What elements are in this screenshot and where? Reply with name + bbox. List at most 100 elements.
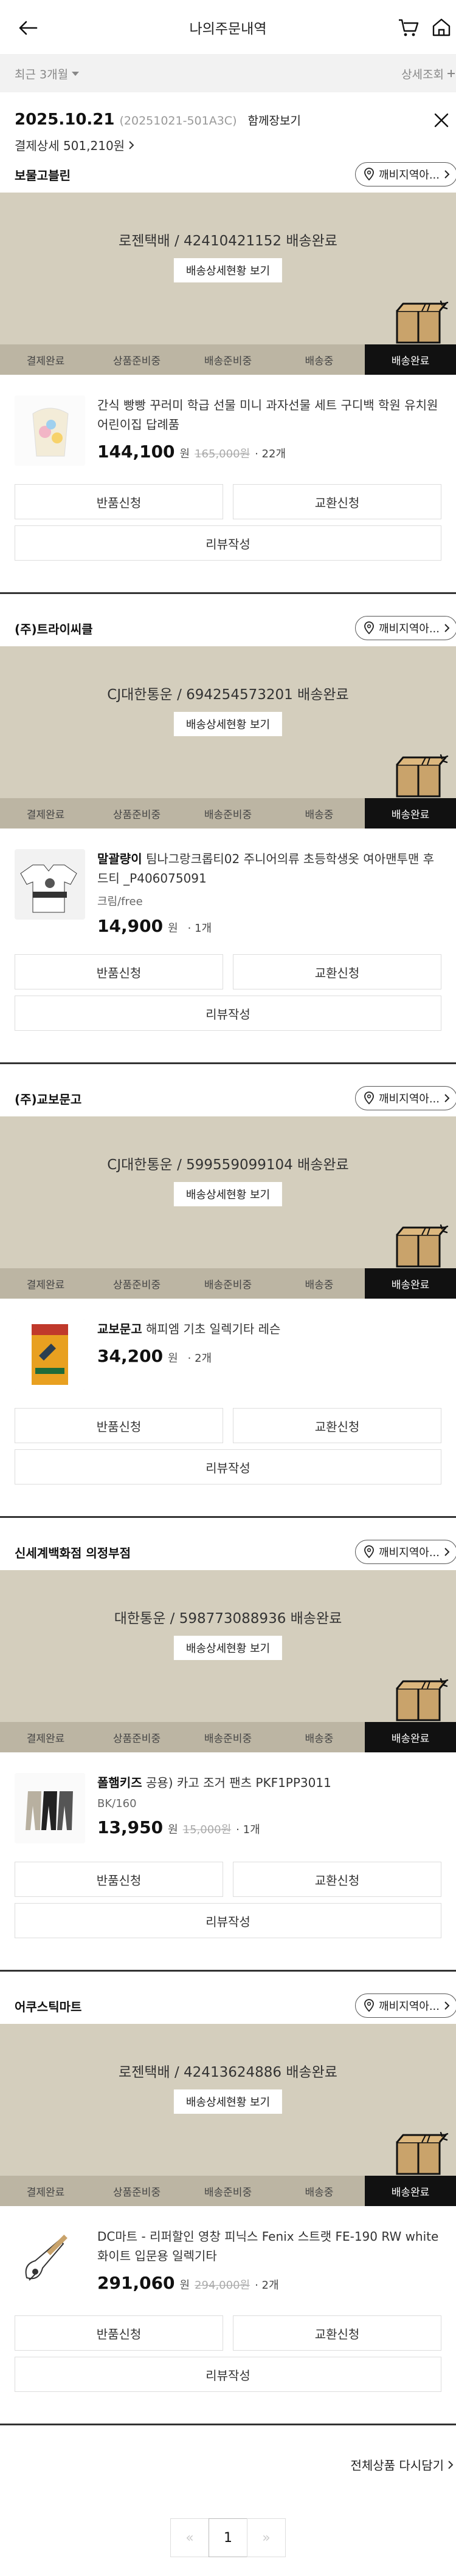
eco-area-button[interactable]: 깨비지역아...	[355, 1086, 456, 1110]
delivery-steps: 결제완료 상품준비중 배송준비중 배송중 배송완료	[0, 2176, 456, 2206]
write-review-button[interactable]: 리뷰작성	[15, 1903, 441, 1938]
product-title: 공용) 카고 조거 팬츠 PKF1PP3011	[142, 1775, 331, 1790]
page-title: 나의주문내역	[189, 21, 267, 37]
seller-section: (주)트라이씨클 깨비지역아... CJ대한통운 / 694254573201 …	[0, 613, 456, 1064]
write-review-button[interactable]: 리뷰작성	[15, 525, 441, 561]
plus-icon	[447, 70, 455, 77]
write-review-button[interactable]: 리뷰작성	[15, 2357, 441, 2392]
back-arrow-icon[interactable]	[15, 15, 41, 41]
product-title: 해피엠 기초 일렉기타 레슨	[142, 1322, 281, 1336]
delivery-step: 상품준비중	[91, 344, 182, 375]
exchange-request-button[interactable]: 교환신청	[233, 1408, 441, 1443]
product-brand: 교보문고	[97, 1322, 142, 1336]
product-thumbnail[interactable]	[15, 1319, 85, 1390]
eco-area-label: 깨비지역아...	[379, 1093, 440, 1105]
next-page-button[interactable]: »	[247, 2518, 286, 2557]
delivery-step: 결제완료	[0, 1722, 91, 1752]
product-price: 144,100	[97, 442, 175, 462]
original-price: 294,000원	[195, 2279, 250, 2292]
payment-detail-link[interactable]: 결제상세 501,210원	[15, 136, 441, 154]
exchange-request-button[interactable]: 교환신청	[233, 1862, 441, 1897]
delivery-step: 배송완료	[365, 344, 456, 375]
delivery-step: 배송중	[274, 1722, 365, 1752]
product-thumbnail[interactable]	[15, 1773, 85, 1843]
chevron-right-icon	[444, 170, 450, 179]
delivery-steps: 결제완료 상품준비중 배송준비중 배송중 배송완료	[0, 798, 456, 828]
period-select[interactable]: 최근 3개월	[15, 66, 80, 82]
product-brand: 말괄량이	[97, 852, 142, 866]
product-item[interactable]: 말괄량이 팀나그랑크롭티02 주니어의류 초등학생옷 여아맨투맨 후드티 _P4…	[0, 828, 456, 936]
delivery-box-icon	[396, 300, 449, 344]
delivery-step: 배송준비중	[182, 1268, 274, 1299]
eco-area-button[interactable]: 깨비지역아...	[355, 1993, 456, 2018]
tracking-info: 대한통운 / 598773088936 배송완료	[114, 1611, 342, 1627]
seller-name: (주)트라이씨클	[15, 621, 93, 637]
reorder-all-link[interactable]: 전체상품 다시담기	[0, 2425, 456, 2473]
product-thumbnail[interactable]	[15, 395, 85, 466]
delivery-detail-button[interactable]: 배송상세현황 보기	[173, 258, 283, 282]
delivery-step: 결제완료	[0, 344, 91, 375]
chevron-right-icon	[444, 1094, 450, 1102]
eco-area-label: 깨비지역아...	[379, 169, 440, 182]
return-request-button[interactable]: 반품신청	[15, 954, 223, 989]
product-name[interactable]: 폴햄키즈 공용) 카고 조거 팬츠 PKF1PP3011	[97, 1773, 441, 1792]
product-price: 14,900	[97, 916, 164, 936]
home-icon[interactable]	[429, 15, 454, 39]
product-name[interactable]: DC마트 - 리퍼할인 영창 피닉스 Fenix 스트랫 FE-190 RW w…	[97, 2227, 441, 2266]
product-item[interactable]: DC마트 - 리퍼할인 영창 피닉스 Fenix 스트랫 FE-190 RW w…	[0, 2206, 456, 2297]
delivery-step: 배송중	[274, 344, 365, 375]
return-request-button[interactable]: 반품신청	[15, 1408, 223, 1443]
delivery-step: 결제완료	[0, 1268, 91, 1299]
product-name[interactable]: 간식 빵빵 꾸러미 학급 선물 미니 과자선물 세트 구디백 학원 유치원 어린…	[97, 395, 441, 434]
product-quantity: · 1개	[236, 1823, 260, 1836]
return-request-button[interactable]: 반품신청	[15, 484, 223, 519]
product-thumbnail[interactable]	[15, 849, 85, 920]
seller-section: 신세계백화점 의정부점 깨비지역아... 대한통운 / 598773088936…	[0, 1537, 456, 1972]
delivery-step: 상품준비중	[91, 1268, 182, 1299]
pagination: « 1 »	[0, 2518, 456, 2557]
eco-area-label: 깨비지역아...	[379, 623, 440, 635]
delivery-step: 배송완료	[365, 1268, 456, 1299]
write-review-button[interactable]: 리뷰작성	[15, 1449, 441, 1484]
detail-search-link[interactable]: 상세조회	[401, 66, 456, 82]
product-brand: 폴햄키즈	[97, 1775, 142, 1790]
delivery-detail-button[interactable]: 배송상세현황 보기	[173, 1636, 283, 1660]
return-request-button[interactable]: 반품신청	[15, 2315, 223, 2351]
product-option: 크림/free	[97, 895, 143, 908]
return-request-button[interactable]: 반품신청	[15, 1862, 223, 1897]
exchange-request-button[interactable]: 교환신청	[233, 2315, 441, 2351]
product-item[interactable]: 간식 빵빵 꾸러미 학급 선물 미니 과자선물 세트 구디백 학원 유치원 어린…	[0, 375, 456, 466]
product-item[interactable]: 교보문고 해피엠 기초 일렉기타 레슨 34,200 원 · 2개	[0, 1299, 456, 1390]
delivery-detail-button[interactable]: 배송상세현황 보기	[173, 712, 283, 736]
close-icon[interactable]	[430, 109, 452, 131]
product-name[interactable]: 말괄량이 팀나그랑크롭티02 주니어의류 초등학생옷 여아맨투맨 후드티 _P4…	[97, 849, 441, 888]
delivery-step: 배송완료	[365, 1722, 456, 1752]
eco-area-button[interactable]: 깨비지역아...	[355, 162, 456, 186]
page-button-current[interactable]: 1	[209, 2518, 247, 2557]
delivery-step: 배송중	[274, 2176, 365, 2206]
delivery-step: 상품준비중	[91, 2176, 182, 2206]
eco-area-button[interactable]: 깨비지역아...	[355, 1540, 456, 1564]
seller-section: 보물고블린 깨비지역아... 로젠택배 / 42410421152 배송완료 배…	[0, 160, 456, 594]
product-item[interactable]: 폴햄키즈 공용) 카고 조거 팬츠 PKF1PP3011 BK/160 13,9…	[0, 1752, 456, 1843]
product-thumbnail[interactable]	[15, 2227, 85, 2297]
delivery-detail-button[interactable]: 배송상세현황 보기	[173, 1182, 283, 1206]
exchange-request-button[interactable]: 교환신청	[233, 484, 441, 519]
together-link[interactable]: 함께장보기	[248, 112, 301, 128]
delivery-detail-button[interactable]: 배송상세현황 보기	[173, 2089, 283, 2114]
delivery-status-panel: CJ대한통운 / 599559099104 배송완료 배송상세현황 보기 결제완…	[0, 1116, 456, 1299]
cart-icon[interactable]	[396, 15, 421, 39]
order-header: 2025.10.21 (20251021-501A3C) 함께장보기 결제상세 …	[0, 92, 456, 154]
location-pin-icon	[364, 621, 374, 635]
exchange-request-button[interactable]: 교환신청	[233, 954, 441, 989]
prev-page-button[interactable]: «	[170, 2518, 209, 2557]
eco-area-button[interactable]: 깨비지역아...	[355, 616, 456, 640]
section-divider	[0, 1970, 456, 1972]
payment-detail-label: 결제상세 501,210원	[15, 138, 125, 153]
section-divider	[0, 1062, 456, 1064]
price-unit: 원	[179, 2279, 190, 2292]
product-name[interactable]: 교보문고 해피엠 기초 일렉기타 레슨	[97, 1319, 441, 1339]
product-quantity: · 22개	[255, 448, 286, 460]
write-review-button[interactable]: 리뷰작성	[15, 996, 441, 1031]
product-price: 34,200	[97, 1346, 164, 1366]
